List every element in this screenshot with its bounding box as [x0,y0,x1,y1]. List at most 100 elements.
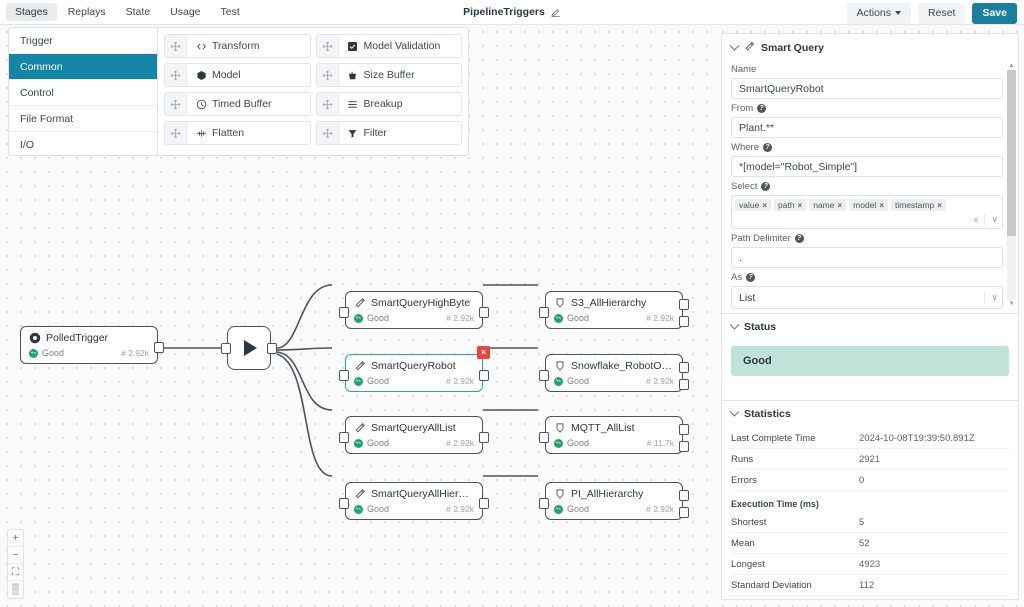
palette-category-file-format[interactable]: File Format [9,106,157,132]
help-icon[interactable]: ? [757,104,766,113]
palette-item-model[interactable]: Model [164,63,311,87]
palette-category-control[interactable]: Control [9,80,157,106]
palette-item-size-buffer[interactable]: Size Buffer [316,63,463,87]
select-tag-name[interactable]: name× [809,199,846,211]
help-icon[interactable]: ? [761,182,770,191]
chevron-down-icon[interactable] [730,319,740,329]
delete-node-button[interactable]: × [477,346,490,359]
reset-button[interactable]: Reset [918,3,965,24]
node-smartqueryalllist[interactable]: SmartQueryAllList Good # 2.92k [345,416,483,454]
path-delimiter-field[interactable]: . [731,247,1003,268]
node-output-port-2[interactable] [679,507,689,518]
pencil-icon[interactable] [550,7,561,18]
help-icon[interactable]: ? [795,234,804,243]
palette-item-breakup[interactable]: Breakup [316,92,463,116]
fit-to-screen-icon[interactable]: ⛶ [8,564,23,581]
smart-query-header[interactable]: Smart Query [722,34,1018,60]
statistics-header[interactable]: Statistics [722,401,1018,425]
help-icon[interactable]: ? [746,273,755,282]
drag-handle-icon[interactable] [165,93,187,115]
node-output-port[interactable] [479,498,489,509]
node-smartqueryhighbyte[interactable]: SmartQueryHighByte Good # 2.92k [345,291,483,329]
remove-tag-icon[interactable]: × [762,201,767,210]
node-output-port-1[interactable] [679,362,689,373]
node-input-port[interactable] [539,432,549,443]
node-smartqueryallhierarchy[interactable]: SmartQueryAllHierar… Good # 2.92k [345,482,483,520]
chevron-down-icon[interactable]: ∨ [984,292,998,303]
node-input-port[interactable] [221,343,231,354]
node-input-port[interactable] [539,498,549,509]
palette-item-timed-buffer[interactable]: Timed Buffer [164,92,311,116]
remove-tag-icon[interactable]: × [879,201,884,210]
node-output-port[interactable] [267,343,277,354]
node-output-port-2[interactable] [679,316,689,327]
name-field[interactable]: SmartQueryRobot [731,78,1003,99]
select-multiselect[interactable]: value× path× name× model× timestamp× × ∨ [731,195,1003,229]
save-button[interactable]: Save [972,3,1017,24]
clear-all-icon[interactable]: × [973,215,978,225]
palette-category-common[interactable]: Common [9,54,157,80]
tab-replays[interactable]: Replays [59,3,115,22]
select-tag-value[interactable]: value× [735,199,771,211]
zoom-out-icon[interactable]: − [8,547,23,564]
node-mqtt-alllist[interactable]: MQTT_AllList Good # 11.7k [545,416,683,454]
node-input-port[interactable] [339,370,349,381]
node-input-port[interactable] [539,370,549,381]
as-select[interactable]: List ∨ [731,286,1003,309]
node-play-router[interactable] [227,326,271,370]
palette-item-flatten[interactable]: Flatten [164,121,311,145]
node-output-port-2[interactable] [679,441,689,452]
node-output-port-1[interactable] [679,490,689,501]
where-field[interactable]: *[model="Robot_Simple"] [731,156,1003,177]
remove-tag-icon[interactable]: × [937,201,942,210]
node-pi-allhierarchy[interactable]: PI_AllHierarchy Good # 2.92k [545,482,683,520]
drag-handle-icon[interactable] [165,64,187,86]
tab-state[interactable]: State [117,3,160,22]
chevron-down-icon[interactable] [730,40,740,50]
node-output-port[interactable] [479,307,489,318]
from-field[interactable]: Plant.** [731,117,1003,138]
scrollbar-track[interactable] [1007,70,1016,300]
palette-item-model-validation[interactable]: Model Validation [316,34,463,58]
palette-category-io[interactable]: I/O [9,132,157,156]
node-snowflake-robotonly[interactable]: Snowflake_RobotOnly Good # 2.92k [545,354,683,392]
drag-handle-icon[interactable] [317,93,339,115]
select-tag-model[interactable]: model× [849,199,888,211]
chevron-down-icon[interactable]: ∨ [991,214,998,225]
drag-handle-icon[interactable] [165,35,187,57]
actions-button[interactable]: Actions [847,3,911,24]
node-polledtrigger[interactable]: PolledTrigger Good # 2.92k [20,326,158,364]
node-output-port-1[interactable] [679,424,689,435]
node-s3-allhierarchy[interactable]: S3_AllHierarchy Good # 2.92k [545,291,683,329]
tab-usage[interactable]: Usage [161,3,209,22]
select-tag-path[interactable]: path× [774,199,806,211]
chevron-down-icon[interactable] [730,406,740,416]
scroll-down-icon[interactable]: ▼ [1009,300,1015,308]
drag-handle-icon[interactable] [317,35,339,57]
node-output-port-1[interactable] [679,299,689,310]
drag-handle-icon[interactable] [317,64,339,86]
drag-handle-icon[interactable] [165,122,187,144]
tab-stages[interactable]: Stages [6,3,57,22]
help-icon[interactable]: ? [763,143,772,152]
tab-test[interactable]: Test [212,3,249,22]
node-output-port[interactable] [479,432,489,443]
node-input-port[interactable] [339,498,349,509]
select-tag-timestamp[interactable]: timestamp× [891,199,946,211]
status-header[interactable]: Status [722,314,1018,338]
node-output-port-2[interactable] [679,379,689,390]
palette-item-transform[interactable]: Transform [164,34,311,58]
zoom-in-icon[interactable]: + [8,530,23,547]
node-output-port[interactable] [479,370,489,381]
remove-tag-icon[interactable]: × [798,201,803,210]
node-input-port[interactable] [339,432,349,443]
palette-item-filter[interactable]: Filter [316,121,463,145]
toggle-grid-icon[interactable]: ▒ [8,581,23,598]
palette-category-trigger[interactable]: Trigger [9,28,157,54]
scrollbar-thumb[interactable] [1007,70,1016,236]
properties-scrollbar[interactable]: ▲ ▼ [1007,62,1016,308]
node-smartqueryrobot[interactable]: × SmartQueryRobot Good # 2.92k [345,354,483,392]
scroll-up-icon[interactable]: ▲ [1009,62,1015,70]
node-input-port[interactable] [539,307,549,318]
node-input-port[interactable] [339,307,349,318]
